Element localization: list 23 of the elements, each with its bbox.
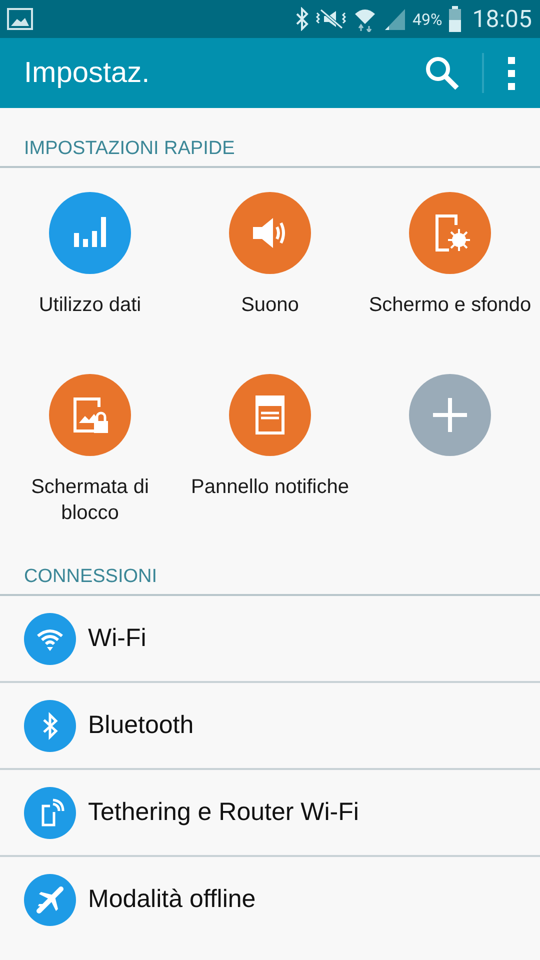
search-icon[interactable]: [424, 55, 460, 91]
gallery-icon: [6, 7, 34, 31]
settings-row[interactable]: Tethering e Router Wi-Fi: [0, 770, 540, 857]
battery-icon: [448, 6, 462, 32]
quick-setting-tile[interactable]: Schermo e sfondo: [360, 192, 540, 344]
screen-title: Impostaz.: [24, 56, 151, 90]
quick-setting-tile[interactable]: Suono: [180, 192, 360, 344]
quick-setting-tile[interactable]: Schermata di blocco: [0, 374, 180, 526]
settings-row[interactable]: Bluetooth: [0, 683, 540, 770]
battery-percentage: 49%: [412, 10, 442, 28]
section-header: CONNESSIONI: [0, 536, 540, 596]
more-options-icon[interactable]: [508, 55, 516, 91]
settings-row[interactable]: Wi-Fi: [0, 596, 540, 683]
quick-setting-tile[interactable]: Utilizzo dati: [0, 192, 180, 344]
signal-icon: [382, 7, 407, 31]
clock: 18:05: [472, 5, 532, 33]
settings-row[interactable]: Modalità offline: [0, 857, 540, 942]
airplane-icon: [35, 884, 65, 914]
section-header: IMPOSTAZIONI RAPIDE: [0, 108, 540, 168]
quick-setting-tile[interactable]: Pannello notifiche: [180, 374, 360, 526]
plus-icon: [430, 395, 470, 435]
bluetooth-icon: [294, 7, 309, 31]
mute-vibrate-icon: [314, 7, 347, 31]
